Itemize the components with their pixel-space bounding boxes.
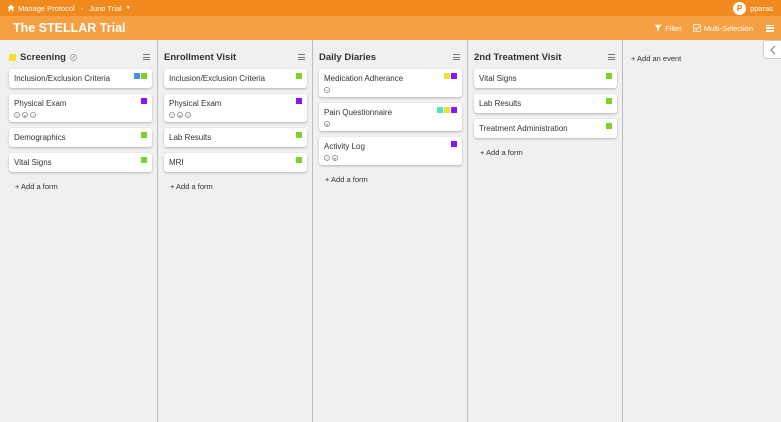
multi-selection-button[interactable]: Multi-Selection (693, 24, 753, 33)
form-title: Lab Results (169, 133, 212, 142)
check-circle-icon: ✓ (169, 112, 175, 118)
form-card[interactable]: Physical Exam ✓ ● + (9, 94, 152, 122)
form-title: Vital Signs (479, 74, 517, 83)
form-title: Vital Signs (14, 158, 52, 167)
title-bar: The STELLAR Trial Filter Multi-Selection (0, 16, 781, 40)
form-card[interactable]: Lab Results (164, 128, 307, 147)
tag-purple (296, 98, 302, 104)
form-card[interactable]: Lab Results (474, 94, 617, 113)
user-name: pparas (750, 3, 773, 13)
column-screening: Screening Inclusion/Exclusion Criteria P… (3, 40, 158, 422)
form-title: Treatment Administration (479, 124, 568, 133)
column-enrollment-visit: Enrollment Visit Inclusion/Exclusion Cri… (158, 40, 313, 422)
form-title: Demographics (14, 133, 66, 142)
check-circle-icon: ✓ (324, 155, 330, 161)
add-form-button[interactable]: + Add a form (164, 178, 307, 195)
form-card[interactable]: Demographics (9, 128, 152, 147)
person-circle-icon: ● (332, 155, 338, 161)
form-card[interactable]: Medication Adherance + (319, 69, 462, 97)
tag-green (296, 73, 302, 79)
form-title: Activity Log (324, 142, 365, 151)
column-title: Daily Diaries (319, 51, 377, 63)
column-title: Screening (20, 51, 66, 63)
tag-purple (451, 107, 457, 113)
hamburger-menu-icon[interactable] (766, 24, 774, 32)
form-title: Physical Exam (14, 99, 67, 108)
tag-yellow (444, 107, 450, 113)
tag-green (296, 132, 302, 138)
tag-green (606, 123, 612, 129)
add-form-button[interactable]: + Add a form (474, 144, 617, 161)
page-title: The STELLAR Trial (13, 21, 126, 35)
filter-button[interactable]: Filter (654, 24, 682, 33)
form-card[interactable]: Activity Log ✓ ● (319, 137, 462, 165)
form-title: MRI (169, 158, 184, 167)
column-title: Enrollment Visit (164, 51, 237, 63)
form-card[interactable]: Pain Questionnaire ● (319, 103, 462, 131)
person-circle-icon: ● (22, 112, 28, 118)
tag-purple (451, 73, 457, 79)
edit-icon[interactable] (70, 53, 77, 61)
form-card[interactable]: Vital Signs (9, 153, 152, 172)
board: Screening Inclusion/Exclusion Criteria P… (0, 40, 781, 422)
top-nav-bar: Manage Protocol - Juno Trial ▼ P pparas (0, 0, 781, 16)
tag-purple (451, 141, 457, 147)
column-daily-diaries: Daily Diaries Medication Adherance + Pai… (313, 40, 468, 422)
tag-blue (134, 73, 140, 79)
column-new-event: + Add an event (623, 40, 773, 422)
form-title: Lab Results (479, 99, 522, 108)
column-menu-icon[interactable] (608, 54, 615, 60)
tag-green (606, 73, 612, 79)
plus-circle-icon: + (185, 112, 191, 118)
tag-green (606, 98, 612, 104)
form-card[interactable]: Treatment Administration (474, 119, 617, 138)
form-title: Inclusion/Exclusion Criteria (169, 74, 266, 83)
add-event-button[interactable]: + Add an event (629, 48, 768, 69)
filter-icon (654, 24, 662, 32)
form-card[interactable]: Vital Signs (474, 69, 617, 88)
column-menu-icon[interactable] (453, 54, 460, 60)
tag-green (141, 73, 147, 79)
tag-purple (141, 98, 147, 104)
form-title: Medication Adherance (324, 74, 404, 83)
plus-circle-icon: + (324, 87, 330, 93)
tag-green (141, 157, 147, 163)
add-form-button[interactable]: + Add a form (9, 178, 152, 195)
column-menu-icon[interactable] (298, 54, 305, 60)
tag-green (141, 132, 147, 138)
avatar: P (733, 1, 747, 15)
breadcrumb-separator: - (80, 3, 84, 13)
event-color-swatch (9, 53, 16, 61)
form-card[interactable]: Inclusion/Exclusion Criteria (164, 69, 307, 88)
form-title: Inclusion/Exclusion Criteria (14, 74, 111, 83)
form-card[interactable]: Physical Exam ✓ ● + (164, 94, 307, 122)
person-circle-icon: ● (324, 121, 330, 127)
breadcrumb-manage-protocol[interactable]: Manage Protocol (18, 4, 75, 13)
tag-yellow (444, 73, 450, 79)
form-card[interactable]: MRI (164, 153, 307, 172)
column-2nd-treatment-visit: 2nd Treatment Visit Vital Signs Lab Resu… (468, 40, 623, 422)
user-menu[interactable]: P pparas (733, 1, 773, 15)
checkbox-icon (693, 24, 701, 32)
plus-circle-icon: + (30, 112, 36, 118)
person-circle-icon: ● (177, 112, 183, 118)
check-circle-icon: ✓ (14, 112, 20, 118)
form-title: Physical Exam (169, 99, 222, 108)
multi-selection-label: Multi-Selection (703, 23, 753, 33)
home-icon[interactable] (7, 4, 15, 12)
column-title: 2nd Treatment Visit (474, 51, 562, 63)
panel-toggle-button[interactable] (763, 40, 781, 59)
caret-down-icon[interactable]: ▼ (126, 5, 131, 11)
tag-green (296, 157, 302, 163)
chevron-left-icon (769, 45, 775, 54)
breadcrumb: Manage Protocol - Juno Trial ▼ (7, 4, 131, 13)
filter-label: Filter (665, 23, 682, 33)
form-card[interactable]: Inclusion/Exclusion Criteria (9, 69, 152, 88)
column-menu-icon[interactable] (143, 54, 150, 60)
tag-teal (437, 107, 443, 113)
add-form-button[interactable]: + Add a form (319, 171, 462, 188)
breadcrumb-trial[interactable]: Juno Trial (89, 4, 122, 13)
